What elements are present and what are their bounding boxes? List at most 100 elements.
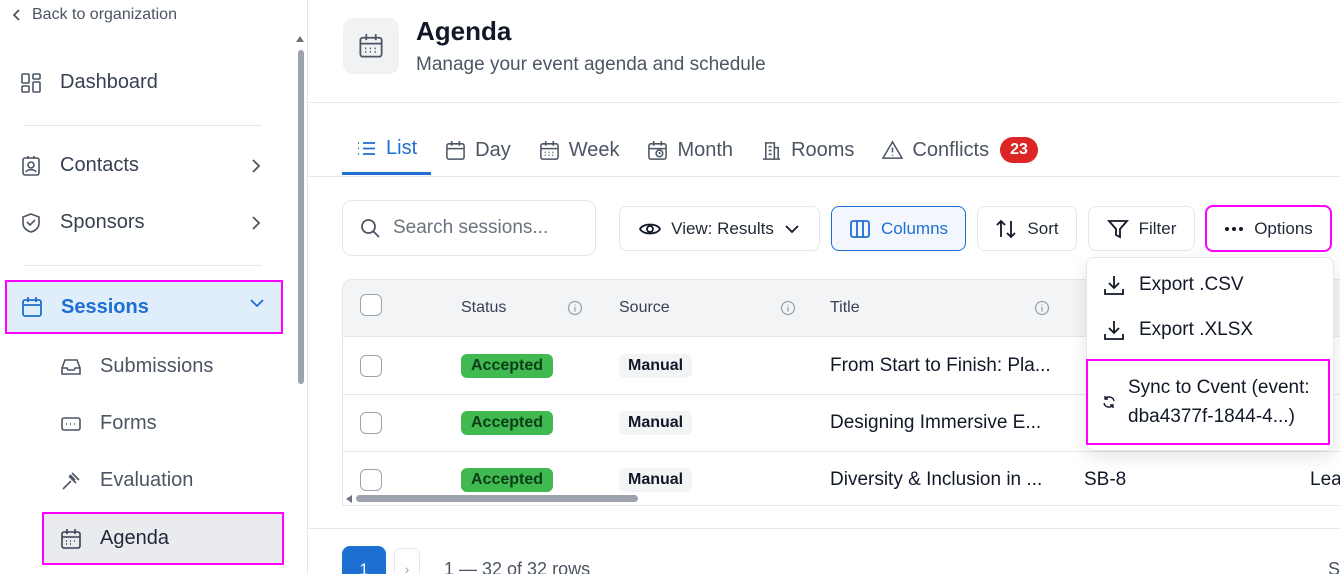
page-subtitle: Manage your event agenda and schedule bbox=[416, 54, 766, 75]
table-horizontal-scrollbar[interactable] bbox=[356, 495, 638, 502]
rows-info: 1 — 32 of 32 rows bbox=[444, 559, 591, 574]
menu-item-label: Sync to Cvent (event: dba4377f-1844-4...… bbox=[1128, 373, 1310, 431]
session-title-cell[interactable]: From Start to Finish: Pla... bbox=[830, 355, 1051, 377]
options-label: Options bbox=[1254, 218, 1313, 238]
row-checkbox[interactable] bbox=[360, 412, 382, 434]
info-icon[interactable] bbox=[1034, 300, 1050, 316]
sidebar-divider bbox=[24, 125, 262, 126]
calendar-month-icon bbox=[647, 140, 668, 161]
eye-icon bbox=[639, 218, 662, 240]
back-label: Back to organization bbox=[32, 6, 177, 23]
sidebar-divider bbox=[24, 265, 262, 266]
building-icon bbox=[761, 140, 782, 161]
tab-month[interactable]: Month bbox=[633, 125, 747, 175]
filter-icon bbox=[1106, 218, 1129, 240]
conflicts-count-badge: 23 bbox=[1000, 137, 1038, 163]
tab-rooms[interactable]: Rooms bbox=[747, 125, 868, 175]
scroll-left-arrow[interactable] bbox=[346, 495, 352, 503]
footer-right-text: S bbox=[1328, 559, 1340, 574]
sidebar-item-sessions[interactable]: Sessions bbox=[5, 280, 283, 334]
columns-label: Columns bbox=[880, 218, 949, 238]
sidebar-subitem-submissions[interactable]: Submissions bbox=[60, 355, 213, 378]
sync-to-cvent-menu-item[interactable]: Sync to Cvent (event: dba4377f-1844-4...… bbox=[1086, 359, 1330, 445]
warning-icon bbox=[882, 139, 904, 161]
sidebar-item-label: Contacts bbox=[60, 154, 139, 176]
sort-label: Sort bbox=[1027, 218, 1059, 238]
sidebar-scrollbar[interactable] bbox=[298, 50, 304, 384]
more-horizontal-icon bbox=[1224, 226, 1244, 232]
contacts-icon bbox=[20, 155, 42, 177]
chevron-right-icon bbox=[251, 158, 261, 174]
filter-label: Filter bbox=[1138, 218, 1177, 238]
tab-label: Rooms bbox=[791, 138, 855, 161]
menu-item-label: Export .XLSX bbox=[1139, 319, 1254, 340]
gavel-icon bbox=[60, 470, 82, 492]
sidebar-item-label: Submissions bbox=[100, 355, 214, 377]
row-checkbox[interactable] bbox=[360, 355, 382, 377]
menu-item-label: Export .CSV bbox=[1139, 274, 1244, 295]
chevron-down-icon bbox=[784, 224, 800, 234]
filter-button[interactable]: Filter bbox=[1088, 206, 1195, 251]
search-box bbox=[342, 200, 596, 256]
page-button-current[interactable]: 1 bbox=[342, 546, 386, 574]
sidebar-item-sponsors[interactable]: Sponsors bbox=[20, 211, 145, 234]
tabs-divider bbox=[308, 176, 1340, 177]
sidebar-item-label: Agenda bbox=[100, 527, 169, 549]
options-button[interactable]: Options bbox=[1205, 205, 1332, 252]
session-title-cell[interactable]: Designing Immersive E... bbox=[830, 412, 1041, 434]
view-tabs: List Day Week Month Rooms Conflicts 23 bbox=[342, 125, 1052, 177]
tab-list[interactable]: List bbox=[342, 125, 432, 175]
tab-label: Conflicts bbox=[912, 138, 990, 161]
select-all-checkbox[interactable] bbox=[360, 294, 382, 316]
status-badge: Accepted bbox=[461, 468, 554, 492]
tab-conflicts[interactable]: Conflicts 23 bbox=[868, 125, 1052, 175]
chevron-down-icon bbox=[249, 298, 265, 308]
room-cell: SB-8 bbox=[1084, 469, 1127, 490]
info-icon[interactable] bbox=[780, 300, 796, 316]
sidebar-subitem-forms[interactable]: Forms bbox=[60, 412, 157, 435]
footer-divider bbox=[308, 528, 1340, 529]
calendar-day-icon bbox=[445, 140, 466, 161]
tab-label: Day bbox=[475, 138, 511, 161]
tab-day[interactable]: Day bbox=[431, 125, 525, 175]
status-badge: Accepted bbox=[461, 411, 554, 435]
page-header: Agenda Manage your event agenda and sche… bbox=[308, 0, 1340, 103]
column-header-title[interactable]: Title bbox=[830, 299, 860, 317]
column-header-status[interactable]: Status bbox=[461, 299, 506, 317]
source-badge: Manual bbox=[619, 468, 693, 492]
sidebar-item-contacts[interactable]: Contacts bbox=[20, 154, 270, 177]
download-icon bbox=[1103, 319, 1125, 341]
form-icon bbox=[60, 413, 82, 435]
search-input[interactable] bbox=[393, 217, 573, 239]
tab-label: List bbox=[386, 137, 418, 159]
sidebar-item-label: Forms bbox=[100, 412, 157, 434]
page-title: Agenda bbox=[416, 16, 512, 46]
sidebar-subitem-agenda[interactable]: Agenda bbox=[42, 512, 284, 565]
sidebar-item-label: Dashboard bbox=[60, 71, 158, 93]
back-to-organization-link[interactable]: Back to organization bbox=[12, 6, 177, 24]
next-page-button[interactable]: › bbox=[394, 548, 420, 574]
export-csv-menu-item[interactable]: Export .CSV bbox=[1103, 274, 1244, 296]
row-checkbox[interactable] bbox=[360, 469, 382, 491]
source-badge: Manual bbox=[619, 411, 693, 435]
columns-button[interactable]: Columns bbox=[831, 206, 966, 251]
sync-label-line2: dba4377f-1844-4...) bbox=[1128, 406, 1295, 427]
calendar-week-icon bbox=[539, 140, 560, 161]
column-header-source[interactable]: Source bbox=[619, 299, 670, 317]
export-xlsx-menu-item[interactable]: Export .XLSX bbox=[1103, 319, 1253, 341]
sidebar-item-dashboard[interactable]: Dashboard bbox=[20, 71, 158, 94]
inbox-icon bbox=[60, 356, 82, 378]
calendar-icon bbox=[21, 296, 43, 318]
scroll-up-arrow[interactable] bbox=[296, 36, 304, 42]
columns-icon bbox=[849, 218, 871, 240]
tab-week[interactable]: Week bbox=[525, 125, 634, 175]
source-badge: Manual bbox=[619, 354, 693, 378]
view-select-button[interactable]: View: Results bbox=[619, 206, 820, 251]
chevron-right-icon bbox=[251, 215, 261, 231]
sort-button[interactable]: Sort bbox=[977, 206, 1077, 251]
calendar-icon bbox=[60, 528, 82, 550]
session-title-cell[interactable]: Diversity & Inclusion in ... bbox=[830, 469, 1042, 491]
search-icon bbox=[359, 217, 381, 239]
info-icon[interactable] bbox=[567, 300, 583, 316]
sidebar-subitem-evaluation[interactable]: Evaluation bbox=[60, 469, 193, 492]
